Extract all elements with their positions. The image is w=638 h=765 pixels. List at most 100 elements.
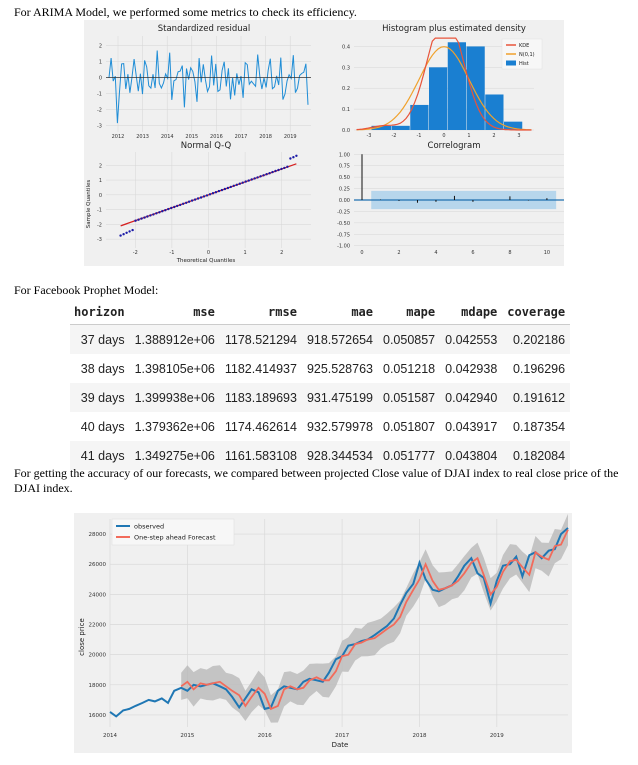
legend-label: KDE <box>519 43 529 49</box>
residual-xtick: 2016 <box>210 134 223 140</box>
table-cell: 0.051807 <box>378 412 441 441</box>
qq-ytick: -2 <box>97 222 102 228</box>
qq-point <box>253 177 256 180</box>
col-header-horizon: horizon <box>74 305 125 319</box>
prophet-metrics-table: horizon mse rmse mae mape mdape coverage… <box>70 300 571 470</box>
x-tick-label: 2014 <box>103 733 117 739</box>
intro-forecast-text: For getting the accuracy of our forecast… <box>14 466 619 495</box>
qq-point <box>259 175 262 178</box>
table-row: 39 days 1.399938e+06 1183.189693 931.475… <box>70 383 571 412</box>
corr-xtick: 6 <box>471 250 474 256</box>
table-cell: 925.528763 <box>301 354 378 383</box>
corr-title: Correlogram <box>428 141 481 151</box>
intro-prophet-text: For Facebook Prophet Model: <box>14 283 159 297</box>
hist-xtick: -2 <box>392 133 397 139</box>
qq-point <box>265 173 268 176</box>
qq-point <box>173 205 176 209</box>
table-cell: 932.579978 <box>301 412 378 441</box>
hist-title: Histogram plus estimated density <box>382 24 526 34</box>
corr-ytick: 0.50 <box>339 175 350 181</box>
hist-xtick: -3 <box>367 133 372 139</box>
qq-point <box>283 166 286 170</box>
y-tick-label: 22000 <box>89 623 107 629</box>
forecast-xlabel: Date <box>332 741 349 749</box>
qq-point <box>205 194 209 197</box>
arima-diagnostics-figure: Standardized residual Histogram plus est… <box>84 20 564 266</box>
y-tick-label: 16000 <box>89 713 107 719</box>
qq-point <box>146 215 149 218</box>
table-cell: 0.202186 <box>502 324 571 354</box>
qq-xtick: 1 <box>244 250 247 256</box>
qq-point <box>238 182 241 185</box>
qq-point <box>131 228 134 232</box>
x-tick-label: 2017 <box>335 733 349 739</box>
qq-point <box>208 193 212 196</box>
corr-xtick: 10 <box>544 250 550 256</box>
corr-xtick: 0 <box>360 250 363 256</box>
corr-ytick: -0.25 <box>337 209 350 215</box>
corr-xtick: 2 <box>397 250 400 256</box>
residual-xtick: 2014 <box>161 134 174 140</box>
qq-point <box>226 186 230 190</box>
hist-bar <box>447 42 466 131</box>
x-tick-label: 2018 <box>412 733 426 739</box>
corr-ytick: 0.00 <box>339 198 350 204</box>
table-cell: 40 days <box>70 412 130 441</box>
residual-ytick: 2 <box>99 44 102 50</box>
qq-point <box>247 179 250 182</box>
table-header-row: horizon mse rmse mae mape mdape coverage <box>70 300 571 325</box>
qq-point <box>143 216 146 219</box>
qq-point <box>119 234 122 237</box>
table-cell: 0.196296 <box>502 354 571 383</box>
corr-ytick: -1.00 <box>337 244 350 250</box>
table-cell: 39 days <box>70 383 130 412</box>
hist-xtick: 1 <box>467 133 470 139</box>
legend-swatch <box>506 60 516 66</box>
qq-point <box>223 187 227 191</box>
residual-ytick: -3 <box>97 124 102 130</box>
qq-point <box>274 169 277 173</box>
qq-point <box>229 185 232 189</box>
qq-point <box>190 199 194 202</box>
y-tick-label: 24000 <box>89 592 107 598</box>
qq-title: Normal Q-Q <box>181 141 232 151</box>
corr-ytick: 0.75 <box>339 164 350 170</box>
hist-xtick: 2 <box>492 133 495 139</box>
qq-point <box>256 176 259 179</box>
qq-point <box>286 165 289 168</box>
qq-point <box>122 233 125 236</box>
table-row: 40 days 1.379362e+06 1174.462614 932.579… <box>70 412 571 441</box>
forecast-chart: 16000 18000 20000 22000 24000 26000 28000 2014 2… <box>74 513 572 753</box>
qq-point <box>176 204 179 208</box>
y-tick-label: 20000 <box>89 653 107 659</box>
table-cell: 37 days <box>70 324 130 354</box>
qq-ytick: 2 <box>99 163 102 169</box>
hist-ytick: 0.3 <box>342 65 350 71</box>
qq-point <box>244 180 247 183</box>
table-cell: 931.475199 <box>301 383 378 412</box>
forecast-legend: observed One-step ahead Forecast <box>111 518 235 546</box>
qq-ytick: -1 <box>97 208 102 214</box>
table-cell: 1.399938e+06 <box>129 383 220 412</box>
qq-point <box>211 192 215 195</box>
col-header-mdape: mdape <box>461 305 498 319</box>
legend-label: Hist <box>519 61 529 67</box>
hist-bar <box>410 104 429 130</box>
qq-ytick: 0 <box>99 193 102 199</box>
residual-ytick: -1 <box>97 92 102 98</box>
hist-bar <box>391 125 410 130</box>
residual-ytick: 1 <box>99 60 102 66</box>
qq-point <box>185 201 188 204</box>
qq-point <box>280 167 283 171</box>
qq-xtick: -2 <box>133 250 138 256</box>
qq-point <box>268 172 271 175</box>
qq-ylabel: Sample Quantiles <box>86 180 92 229</box>
qq-point <box>137 218 140 221</box>
residual-ytick: -2 <box>97 108 102 114</box>
hist-ytick: 0.2 <box>342 86 350 92</box>
qq-point <box>202 195 206 198</box>
table-cell: 1182.414937 <box>219 354 302 383</box>
legend-label: One-step ahead Forecast <box>134 534 216 542</box>
residual-xtick: 2017 <box>235 134 248 140</box>
y-tick-label: 28000 <box>89 532 107 538</box>
